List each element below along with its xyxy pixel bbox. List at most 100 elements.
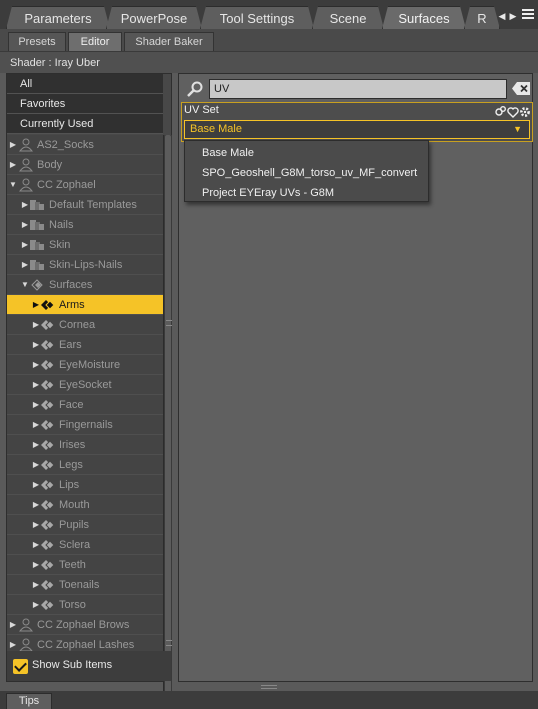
tree-item-cc-zophael-brows[interactable]: ▶ CC Zophael Brows [7, 615, 163, 635]
tab-scroll-right-icon[interactable]: ▶ [508, 10, 518, 22]
surface-tree-panel: All Favorites Currently Used ▶ AS2_Socks… [6, 73, 172, 709]
tree-item-lips[interactable]: ▶ Lips [7, 475, 163, 495]
tree-item-as2-socks[interactable]: ▶ AS2_Socks [7, 135, 163, 155]
panel-menu-icon[interactable] [520, 7, 536, 23]
tree-item-irises[interactable]: ▶ Irises [7, 435, 163, 455]
tab-parameters[interactable]: Parameters [6, 6, 110, 29]
tree-item-arms[interactable]: ▶ Arms [7, 295, 163, 315]
figure-icon [18, 178, 34, 192]
surface-icon [41, 600, 55, 610]
tree-scroll-thumb[interactable] [165, 135, 171, 709]
tab-powerpose[interactable]: PowerPose [106, 6, 202, 29]
figure-icon [18, 138, 34, 152]
clear-search-icon[interactable] [511, 81, 531, 96]
tree-item-face[interactable]: ▶ Face [7, 395, 163, 415]
surface-icon [41, 520, 55, 530]
tree-item-label: CC Zophael [37, 179, 96, 191]
editor-subtab-bar: Presets Editor Shader Baker [0, 29, 538, 51]
search-input[interactable] [209, 79, 507, 99]
tree-scrollbar[interactable] [163, 135, 172, 709]
subtab-shader-baker[interactable]: Shader Baker [124, 32, 214, 51]
uv-set-property: UV Set Base Male ▼ [181, 102, 533, 142]
tree-item-pupils[interactable]: ▶ Pupils [7, 515, 163, 535]
tree-item-surfaces[interactable]: ▼ Surfaces [7, 275, 163, 295]
uv-set-selected-value: Base Male [190, 123, 242, 135]
filter-all[interactable]: All [7, 74, 163, 94]
surface-icon [41, 380, 55, 390]
filter-favorites[interactable]: Favorites [7, 94, 163, 114]
uv-set-select[interactable]: Base Male ▼ [184, 120, 530, 139]
surface-icon [41, 580, 55, 590]
splitter-grip-icon[interactable] [166, 320, 172, 326]
bottom-tab-bar: Tips [0, 691, 538, 709]
material-group-icon [30, 200, 44, 210]
surface-icon [41, 300, 55, 310]
tree-item-torso[interactable]: ▶ Torso [7, 595, 163, 615]
subtab-presets[interactable]: Presets [8, 32, 66, 51]
chevron-down-icon: ▼ [513, 124, 522, 134]
panel-resize-grip-icon[interactable] [261, 685, 277, 689]
tree-item-mouth[interactable]: ▶ Mouth [7, 495, 163, 515]
tree-item-label: EyeMoisture [59, 359, 121, 371]
tree-item-cc-zophael[interactable]: ▼ CC Zophael [7, 175, 163, 195]
uv-option-project-eyeray[interactable]: Project EYEray UVs - G8M [185, 183, 428, 203]
tree-item-label: Toenails [59, 579, 100, 591]
panel-tab-bar: Parameters PowerPose Tool Settings Scene… [0, 0, 538, 29]
uv-option-base-male[interactable]: Base Male [185, 143, 428, 163]
tab-tips[interactable]: Tips [6, 693, 52, 709]
tree-item-label: Skin-Lips-Nails [49, 259, 123, 271]
tree-item-label: EyeSocket [59, 379, 112, 391]
tree-item-teeth[interactable]: ▶ Teeth [7, 555, 163, 575]
tree-item-label: Lips [59, 479, 80, 491]
tree-item-label: Default Templates [49, 199, 137, 211]
scroll-grip-icon[interactable] [166, 640, 172, 646]
tree-item-label: Nails [49, 219, 74, 231]
tree-item-label: Legs [59, 459, 83, 471]
surface-icon [41, 360, 55, 370]
material-group-icon [30, 240, 44, 250]
uv-set-label: UV Set [184, 104, 219, 116]
gear-icon[interactable] [520, 107, 530, 117]
surface-icon [41, 440, 55, 450]
tree-item-default-templates[interactable]: ▶ Default Templates [7, 195, 163, 215]
tab-surfaces[interactable]: Surfaces [382, 6, 466, 29]
tab-scroll-left-icon[interactable]: ◀ [497, 10, 507, 22]
tree-item-label: Ears [59, 339, 82, 351]
tree-item-eyesocket[interactable]: ▶ EyeSocket [7, 375, 163, 395]
tree-item-toenails[interactable]: ▶ Toenails [7, 575, 163, 595]
tab-scene[interactable]: Scene [312, 6, 384, 29]
tree-item-nails[interactable]: ▶ Nails [7, 215, 163, 235]
tree-item-eyemoisture[interactable]: ▶ EyeMoisture [7, 355, 163, 375]
tree-item-fingernails[interactable]: ▶ Fingernails [7, 415, 163, 435]
search-icon [187, 81, 203, 97]
tab-tool-settings[interactable]: Tool Settings [200, 6, 314, 29]
tree-item-skin-lips-nails[interactable]: ▶ Skin-Lips-Nails [7, 255, 163, 275]
expand-arrow-icon[interactable]: ▶ [8, 135, 18, 155]
surface-icon [41, 420, 55, 430]
shader-label: Shader : Iray Uber [0, 51, 538, 73]
tree-item-ears[interactable]: ▶ Ears [7, 335, 163, 355]
surfaces-group-icon [31, 279, 43, 291]
property-search-row [181, 78, 532, 100]
link-icon[interactable] [495, 106, 506, 116]
uv-set-property-icons [495, 106, 530, 118]
tree-item-cornea[interactable]: ▶ Cornea [7, 315, 163, 335]
tree-item-skin[interactable]: ▶ Skin [7, 235, 163, 255]
tree-item-legs[interactable]: ▶ Legs [7, 455, 163, 475]
show-sub-items-label: Show Sub Items [32, 659, 113, 671]
tab-overflow[interactable]: R [464, 6, 500, 29]
surface-tree: ▶ AS2_Socks ▶ Body ▼ CC Zophael ▶ Defaul… [7, 135, 163, 709]
filter-currently-used[interactable]: Currently Used [7, 114, 163, 134]
tree-item-label: Fingernails [59, 419, 113, 431]
subtab-editor[interactable]: Editor [68, 32, 122, 51]
favorite-heart-icon[interactable] [507, 107, 519, 118]
tree-item-sclera[interactable]: ▶ Sclera [7, 535, 163, 555]
expand-arrow-icon[interactable]: ▶ [8, 615, 18, 635]
tree-item-label: Sclera [59, 539, 91, 551]
tree-item-body[interactable]: ▶ Body [7, 155, 163, 175]
show-sub-items-checkbox[interactable] [13, 659, 28, 674]
tree-item-label: Skin [49, 239, 71, 251]
uv-option-spo-geoshell[interactable]: SPO_Geoshell_G8M_torso_uv_MF_convert [185, 163, 428, 183]
expand-arrow-icon[interactable]: ▶ [8, 155, 18, 175]
collapse-arrow-icon[interactable]: ▼ [8, 175, 18, 195]
